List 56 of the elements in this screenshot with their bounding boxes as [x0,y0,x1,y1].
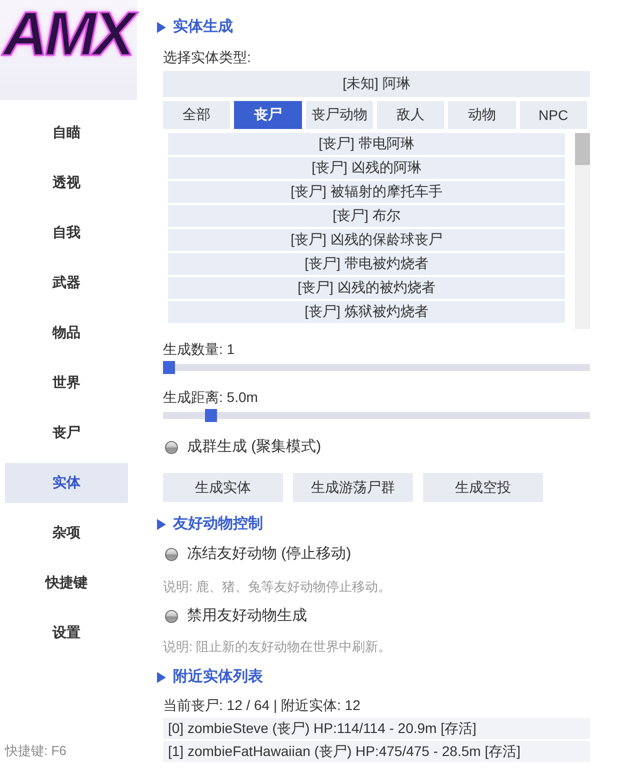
checkbox-label: 成群生成 (聚集模式) [187,437,322,457]
spawn-button[interactable]: 生成空投 [423,473,543,502]
filter-tab[interactable]: 丧尸动物 [306,101,373,129]
entity-list-item[interactable]: [丧尸] 凶残的保龄球丧尸 [168,229,565,251]
entity-list-item[interactable]: [丧尸] 布尔 [168,205,565,227]
filter-tab[interactable]: NPC [520,101,587,129]
entity-list-item[interactable]: [丧尸] 带电被灼烧者 [168,253,565,275]
sidebar-item[interactable]: 武器 [5,263,128,303]
logo: AMX [0,0,137,100]
caret-icon [157,672,166,682]
selected-entity-field[interactable]: [未知] 阿琳 [163,71,590,97]
filter-tab[interactable]: 全部 [163,101,230,129]
caret-icon [157,518,166,530]
option-description: 说明: 阻止新的友好动物在世界中刷新。 [163,638,392,656]
checkbox-label: 冻结友好动物 (停止移动) [187,544,352,564]
filter-tab[interactable]: 动物 [448,101,516,129]
option-description: 说明: 鹿、猪、兔等友好动物停止移动。 [163,578,392,596]
filter-tab[interactable]: 敌人 [377,101,444,129]
checkbox-label: 禁用友好动物生成 [187,606,307,626]
entity-list-item[interactable]: [丧尸] 被辐射的摩托车手 [168,181,565,203]
entity-list-item[interactable]: [丧尸] 凶残的被灼烧者 [168,277,565,299]
sidebar-item[interactable]: 设置 [5,613,128,653]
slider-track[interactable] [163,361,590,374]
spawn-button[interactable]: 生成实体 [163,473,283,502]
section-title: 附近实体列表 [173,667,263,687]
checkbox[interactable] [165,610,178,622]
sidebar-item[interactable]: 物品 [5,313,128,353]
sidebar-item[interactable]: 自我 [5,213,128,253]
caret-icon [157,22,166,32]
section-title: 实体生成 [173,17,233,37]
checkbox[interactable] [165,548,178,560]
checkbox[interactable] [165,440,178,454]
sidebar-item[interactable]: 透视 [5,163,128,203]
slider-thumb[interactable] [163,361,175,374]
filter-tab[interactable]: 丧尸 [234,101,302,129]
sidebar-item[interactable]: 杂项 [5,513,128,553]
type-label: 选择实体类型: [163,48,251,67]
slider-label: 生成数量: 1 [163,340,235,359]
nearby-entity-row: [0] zombieSteve (丧尸) HP:114/114 - 20.9m [存活] [163,718,590,739]
entity-list-item[interactable]: [丧尸] 炼狱被灼烧者 [168,301,565,323]
sidebar-item[interactable]: 实体 [5,463,128,503]
slider-track[interactable] [163,409,590,422]
entity-list-item[interactable]: [丧尸] 带电阿琳 [168,133,565,155]
sidebar-item[interactable]: 世界 [5,363,128,403]
entity-count-summary: 当前丧尸: 12 / 64 | 附近实体: 12 [163,696,360,715]
hotkey-hint: 快捷键: F6 [4,742,66,760]
spawn-button[interactable]: 生成游荡尸群 [293,473,413,502]
scrollbar[interactable] [575,133,590,329]
sidebar-item[interactable]: 丧尸 [5,413,128,453]
slider-label: 生成距离: 5.0m [163,388,258,407]
sidebar-item[interactable]: 自瞄 [5,113,128,153]
entity-list-item[interactable]: [丧尸] 凶残的阿琳 [168,157,565,179]
section-title: 友好动物控制 [173,514,263,534]
nearby-entity-row: [1] zombieFatHawaiian (丧尸) HP:475/475 - 28.5m [存活] [163,741,590,762]
sidebar-item[interactable]: 快捷键 [5,563,128,603]
slider-thumb[interactable] [204,409,216,422]
